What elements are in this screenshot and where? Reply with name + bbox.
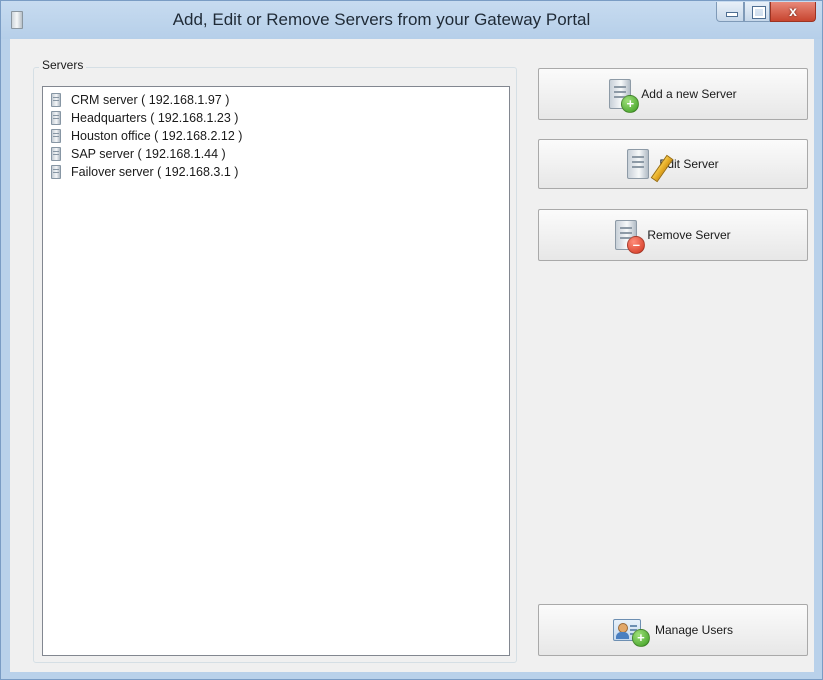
window-title: Add, Edit or Remove Servers from your Ga… xyxy=(172,10,591,29)
server-icon xyxy=(51,93,61,107)
remove-server-button[interactable]: – Remove Server xyxy=(538,209,808,261)
maximize-button[interactable] xyxy=(744,2,770,22)
server-icon xyxy=(51,147,61,161)
maximize-icon xyxy=(752,6,766,19)
server-label: SAP server ( 192.168.1.44 ) xyxy=(71,147,226,161)
minimize-icon xyxy=(726,12,738,17)
server-icon xyxy=(51,129,61,143)
minimize-button[interactable] xyxy=(716,2,744,22)
server-label: Houston office ( 192.168.2.12 ) xyxy=(71,129,243,143)
server-label: Failover server ( 192.168.3.1 ) xyxy=(71,165,239,179)
server-app-icon xyxy=(11,11,23,29)
servers-list[interactable]: CRM server ( 192.168.1.97 ) Headquarters… xyxy=(42,86,510,656)
minus-icon: – xyxy=(627,236,646,254)
client-area: Servers CRM server ( 192.168.1.97 ) Head… xyxy=(10,39,814,672)
list-item[interactable]: Headquarters ( 192.168.1.23 ) xyxy=(51,109,238,127)
close-button[interactable]: x xyxy=(770,2,816,22)
server-label: Headquarters ( 192.168.1.23 ) xyxy=(71,111,239,125)
title-bar[interactable]: Add, Edit or Remove Servers from your Ga… xyxy=(1,1,822,39)
list-item[interactable]: SAP server ( 192.168.1.44 ) xyxy=(51,145,226,163)
remove-server-label: Remove Server xyxy=(647,228,731,242)
add-server-icon: + xyxy=(609,79,640,113)
users-icon: + xyxy=(612,619,650,647)
add-server-label: Add a new Server xyxy=(641,87,737,101)
close-icon: x xyxy=(789,3,797,19)
plus-icon: + xyxy=(621,95,640,113)
server-icon xyxy=(51,165,61,179)
list-item[interactable]: Failover server ( 192.168.3.1 ) xyxy=(51,163,238,181)
dialog-window: Add, Edit or Remove Servers from your Ga… xyxy=(0,0,823,680)
manage-users-button[interactable]: + Manage Users xyxy=(538,604,808,656)
plus-icon: + xyxy=(631,629,650,647)
server-label: CRM server ( 192.168.1.97 ) xyxy=(71,93,230,107)
servers-group-label: Servers xyxy=(39,58,87,72)
add-server-button[interactable]: + Add a new Server xyxy=(538,68,808,120)
list-item[interactable]: Houston office ( 192.168.2.12 ) xyxy=(51,127,242,145)
server-icon xyxy=(51,111,61,125)
edit-server-icon xyxy=(627,149,674,183)
edit-server-button[interactable]: Edit Server xyxy=(538,139,808,189)
remove-server-icon: – xyxy=(615,220,646,254)
list-item[interactable]: CRM server ( 192.168.1.97 ) xyxy=(51,91,229,109)
manage-users-label: Manage Users xyxy=(654,623,734,637)
